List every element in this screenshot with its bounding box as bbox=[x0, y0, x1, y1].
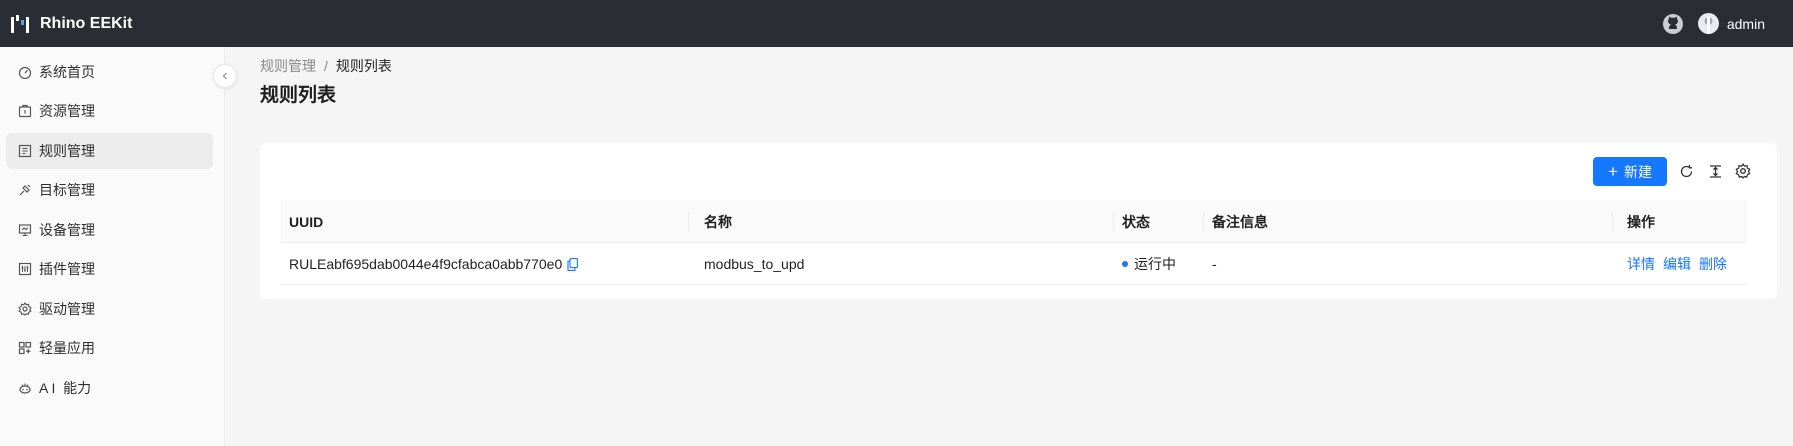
github-icon[interactable] bbox=[1662, 13, 1684, 35]
breadcrumb-separator: / bbox=[324, 58, 328, 74]
table-header: UUID 名称 状态 备注信息 操作 bbox=[281, 200, 1747, 243]
delete-link[interactable]: 删除 bbox=[1699, 254, 1727, 274]
status-dot bbox=[1122, 261, 1128, 267]
sidebar-item-label: 资源管理 bbox=[39, 103, 95, 119]
gear-icon bbox=[18, 302, 32, 316]
sidebar-item-ai[interactable]: A I 能力 bbox=[6, 370, 213, 406]
chevron-left-icon bbox=[222, 72, 227, 80]
sidebar-collapse-button[interactable] bbox=[213, 64, 237, 88]
page-title: 规则列表 bbox=[260, 85, 337, 106]
sidebar-item-devices[interactable]: 设备管理 bbox=[6, 212, 213, 248]
user-name[interactable]: admin bbox=[1727, 16, 1765, 32]
sidebar-item-drivers[interactable]: 驱动管理 bbox=[6, 291, 213, 327]
sidebar-item-label: 驱动管理 bbox=[39, 301, 95, 317]
setting-icon[interactable] bbox=[1734, 162, 1752, 180]
rule-uuid: RULEabf695dab0044e4f9cfabca0abb770e0 bbox=[289, 256, 563, 272]
column-divider bbox=[688, 212, 689, 231]
plus-icon: + bbox=[1608, 162, 1618, 181]
column-header-name: 名称 bbox=[704, 213, 732, 230]
reload-icon[interactable] bbox=[1677, 162, 1695, 180]
rule-icon bbox=[18, 144, 32, 158]
column-divider bbox=[1203, 212, 1204, 231]
edit-link[interactable]: 编辑 bbox=[1663, 254, 1691, 274]
sidebar-item-resource[interactable]: 资源管理 bbox=[6, 93, 213, 129]
rule-name: modbus_to_upd bbox=[704, 256, 805, 272]
app-icon bbox=[18, 341, 32, 355]
sidebar-item-dashboard[interactable]: 系统首页 bbox=[6, 54, 213, 90]
sidebar-item-label: 设备管理 bbox=[39, 222, 95, 238]
column-header-status: 状态 bbox=[1122, 213, 1150, 230]
sidebar-item-rules[interactable]: 规则管理 bbox=[6, 133, 213, 169]
ai-icon bbox=[19, 383, 31, 394]
sidebar-item-label: 轻量应用 bbox=[39, 340, 95, 356]
table-row: RULEabf695dab0044e4f9cfabca0abb770e0 mod… bbox=[281, 243, 1747, 285]
sidebar-item-plugins[interactable]: 插件管理 bbox=[6, 251, 213, 287]
detail-link[interactable]: 详情 bbox=[1627, 254, 1655, 274]
rule-remark: - bbox=[1212, 256, 1217, 272]
sidebar: 系统首页 资源管理 规则管理 目标管理 设备管理 插件管理 驱动管理 轻量应用 … bbox=[0, 47, 225, 446]
app-title: Rhino EEKit bbox=[40, 14, 133, 32]
app-logo[interactable]: Rhino EEKit bbox=[10, 13, 132, 35]
breadcrumb: 规则管理 / 规则列表 bbox=[260, 56, 392, 76]
sidebar-item-label: 系统首页 bbox=[39, 64, 95, 80]
resource-icon bbox=[18, 104, 32, 118]
top-header: Rhino EEKit admin bbox=[0, 0, 1793, 47]
plugin-icon bbox=[18, 262, 32, 276]
new-button-label: 新建 bbox=[1623, 163, 1652, 180]
column-header-uuid: UUID bbox=[289, 213, 324, 230]
sidebar-item-apps[interactable]: 轻量应用 bbox=[6, 330, 213, 366]
column-divider bbox=[1612, 212, 1613, 231]
sidebar-item-label: 插件管理 bbox=[39, 261, 95, 277]
rule-table: UUID 名称 状态 备注信息 操作 RULEabf695dab0044e4f9… bbox=[281, 200, 1747, 285]
sidebar-item-label: 规则管理 bbox=[39, 143, 95, 159]
target-icon bbox=[19, 184, 31, 196]
column-header-remark: 备注信息 bbox=[1212, 213, 1268, 230]
actions-cell: 详情 编辑 删除 bbox=[1627, 243, 1735, 285]
new-rule-button[interactable]: + 新建 bbox=[1593, 157, 1667, 186]
uuid-cell: RULEabf695dab0044e4f9cfabca0abb770e0 bbox=[289, 243, 579, 285]
column-divider bbox=[1113, 212, 1114, 231]
sidebar-item-targets[interactable]: 目标管理 bbox=[6, 172, 213, 208]
sidebar-item-label: 目标管理 bbox=[39, 182, 95, 198]
logo-icon bbox=[11, 14, 29, 33]
rule-list-card: + 新建 UUID 名称 状态 备注信息 操作 RULEabf695dab004… bbox=[260, 143, 1777, 299]
status-cell: 运行中 bbox=[1122, 243, 1176, 285]
dashboard-icon bbox=[18, 66, 32, 79]
avatar[interactable] bbox=[1697, 13, 1719, 34]
status-badge: 运行中 bbox=[1134, 256, 1176, 272]
sidebar-item-label: A I 能力 bbox=[39, 380, 92, 396]
column-height-icon[interactable] bbox=[1706, 162, 1724, 180]
breadcrumb-parent-link[interactable]: 规则管理 bbox=[260, 56, 316, 76]
device-icon bbox=[18, 224, 32, 237]
copy-icon[interactable] bbox=[567, 257, 579, 271]
column-header-actions: 操作 bbox=[1627, 213, 1655, 230]
breadcrumb-current: 规则列表 bbox=[335, 58, 392, 74]
user-icon bbox=[1704, 16, 1713, 34]
